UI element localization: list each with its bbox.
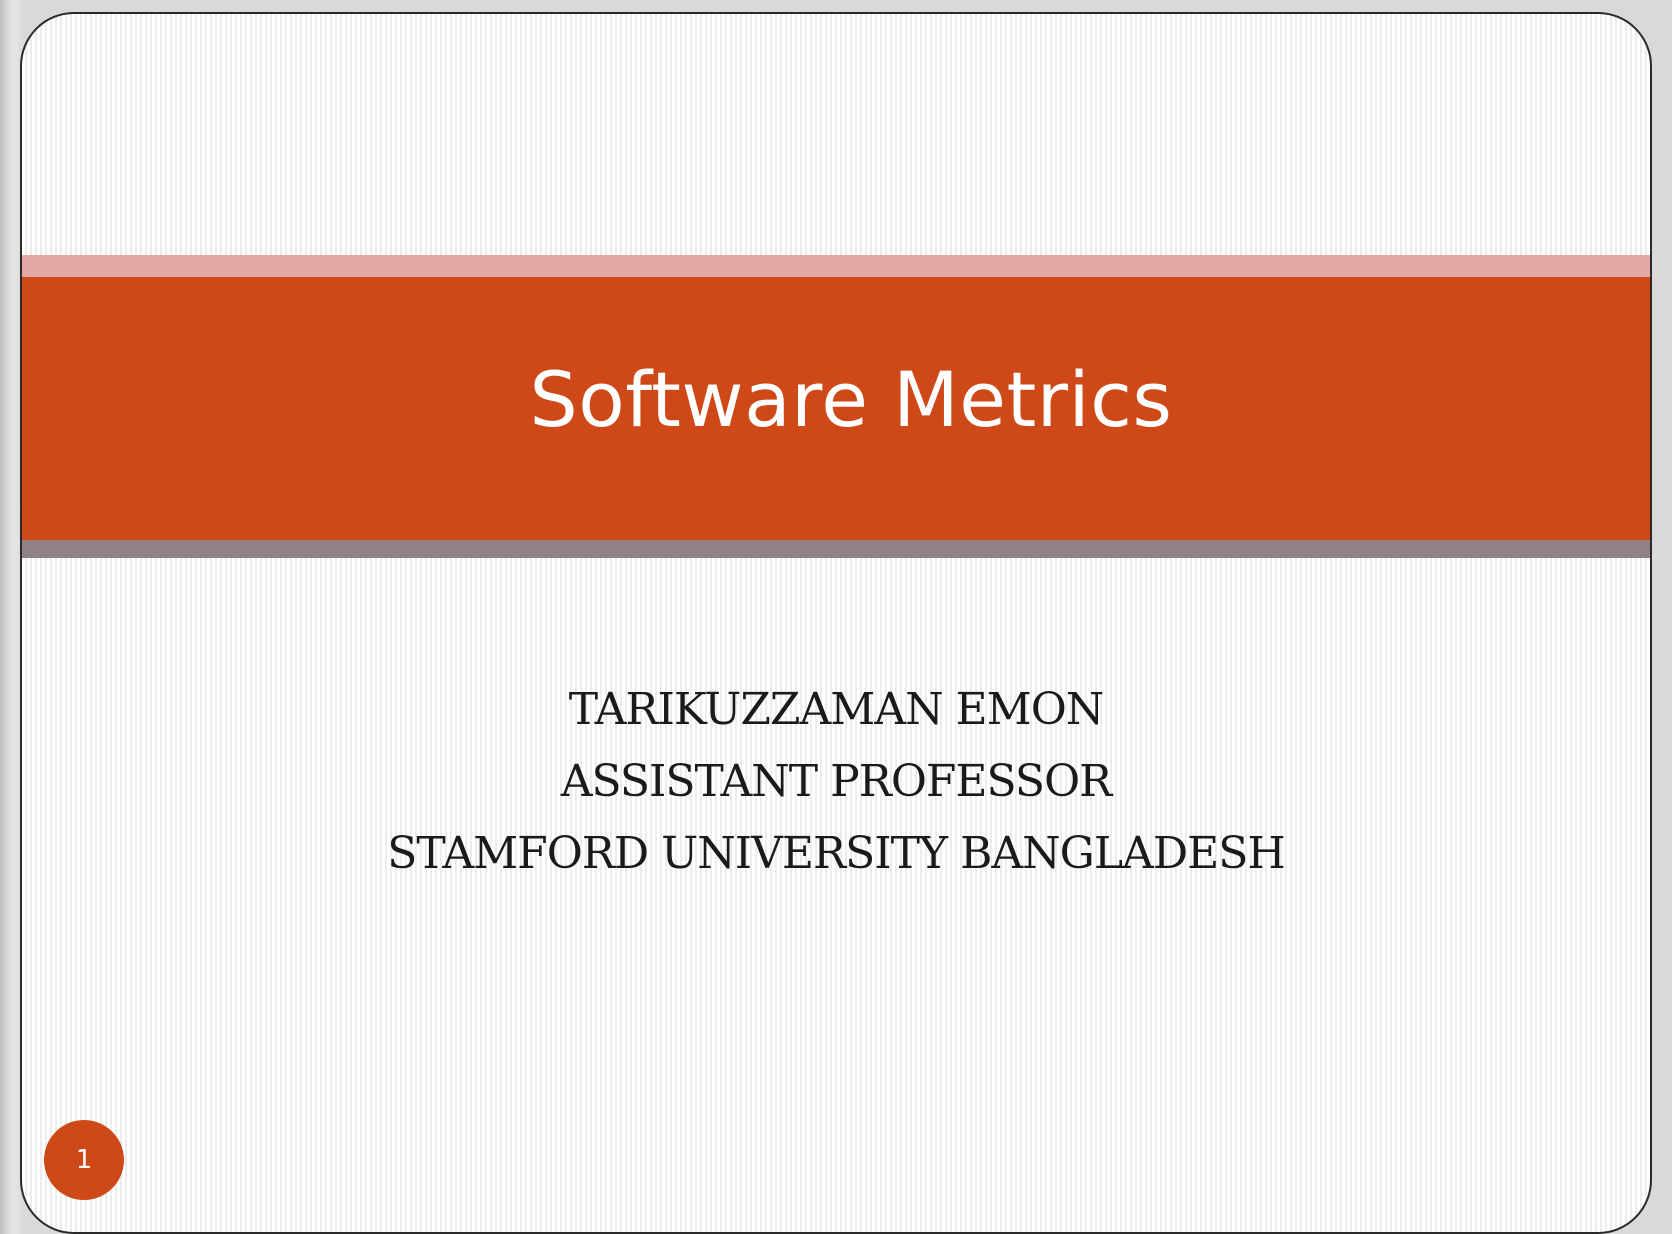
author-institution: STAMFORD UNIVERSITY BANGLADESH	[387, 828, 1285, 879]
presentation-viewport: Software Metrics TARIKUZZAMAN EMON ASSIS…	[0, 0, 1672, 1234]
author-name: TARIKUZZAMAN EMON	[568, 684, 1105, 735]
slide-subtitle: TARIKUZZAMAN EMON ASSISTANT PROFESSOR ST…	[22, 674, 1650, 890]
slide-title: Software Metrics	[529, 355, 1173, 444]
slide-number-badge: 1	[44, 1120, 124, 1200]
title-band-top-stripe	[22, 255, 1650, 277]
title-band-bottom-stripe	[22, 540, 1650, 558]
title-slide: Software Metrics TARIKUZZAMAN EMON ASSIS…	[20, 12, 1652, 1234]
author-position: ASSISTANT PROFESSOR	[560, 756, 1113, 807]
title-band: Software Metrics	[22, 277, 1650, 540]
